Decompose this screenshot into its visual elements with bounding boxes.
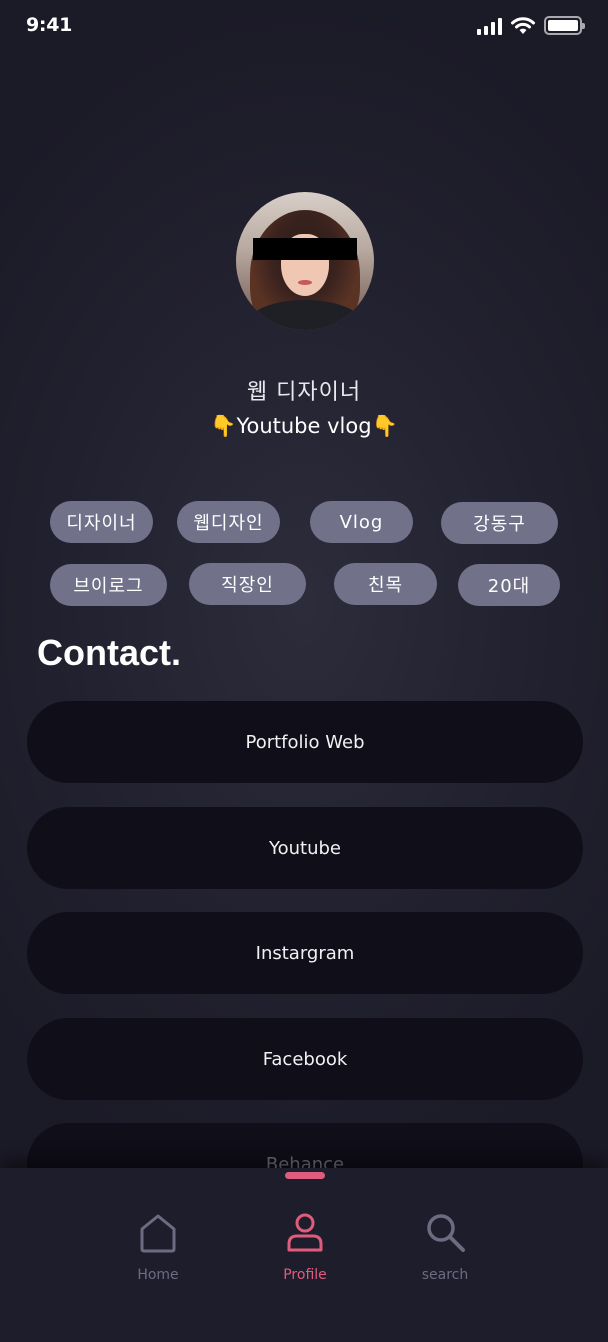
profile-screen: 9:41 웹 디자이너 👇Youtube vlog👇 디자이너 웹디자인 Vlo… <box>0 0 608 1342</box>
tag-chip[interactable]: 웹디자인 <box>177 501 280 543</box>
tab-search[interactable]: search <box>400 1212 490 1283</box>
avatar[interactable] <box>236 192 374 330</box>
tab-profile[interactable]: Profile <box>260 1212 350 1283</box>
tab-home[interactable]: Home <box>113 1212 203 1283</box>
tab-label: search <box>421 1267 469 1283</box>
tag-chip[interactable]: 디자이너 <box>50 501 153 543</box>
wifi-icon <box>511 17 535 34</box>
tag-chip[interactable]: 20대 <box>458 564 560 606</box>
tag-chip[interactable]: Vlog <box>310 501 413 543</box>
active-tab-indicator <box>285 1172 325 1179</box>
tag-chip[interactable]: 강동구 <box>441 502 558 544</box>
tag-chip[interactable]: 직장인 <box>189 563 306 605</box>
tab-bar: Home Profile search <box>0 1168 608 1342</box>
status-time: 9:41 <box>26 14 73 36</box>
battery-icon <box>544 16 585 35</box>
facebook-button[interactable]: Facebook <box>27 1018 583 1100</box>
profile-name: 웹 디자이너 <box>246 380 362 405</box>
profile-bio: 👇Youtube vlog👇 <box>210 414 398 438</box>
tag-chip[interactable]: 브이로그 <box>50 564 167 606</box>
tag-chip[interactable]: 친목 <box>334 563 437 605</box>
profile-icon <box>287 1213 323 1252</box>
tab-label: Home <box>137 1267 179 1283</box>
instagram-button[interactable]: Instargram <box>27 912 583 994</box>
youtube-button[interactable]: Youtube <box>27 807 583 889</box>
portfolio-web-button[interactable]: Portfolio Web <box>27 701 583 783</box>
search-icon <box>427 1214 465 1252</box>
home-icon <box>140 1214 176 1253</box>
cellular-signal-icon <box>477 16 502 35</box>
tab-label: Profile <box>283 1267 327 1283</box>
status-icons <box>477 16 585 35</box>
contact-title: Contact. <box>37 632 181 673</box>
status-bar: 9:41 <box>0 0 608 54</box>
censor-bar <box>253 238 357 260</box>
